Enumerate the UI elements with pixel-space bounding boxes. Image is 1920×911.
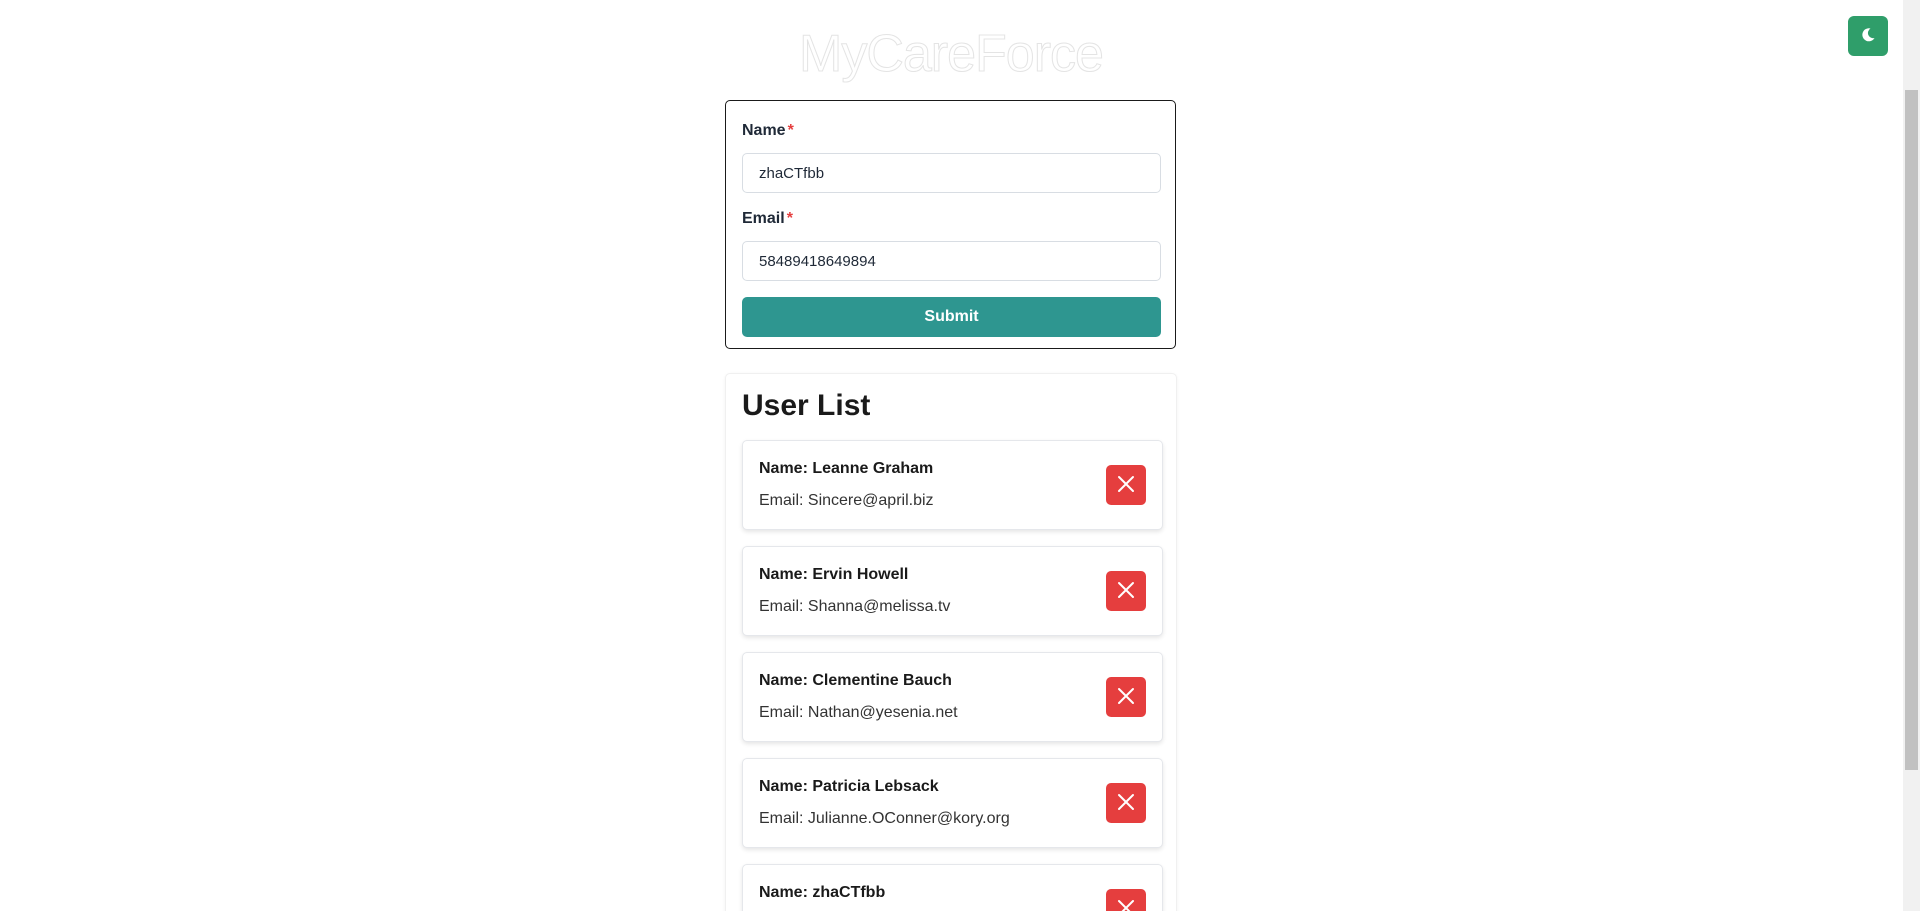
user-list-panel: User List Name: Leanne Graham Email: Sin… bbox=[725, 373, 1177, 911]
close-icon bbox=[1116, 580, 1136, 603]
moon-icon bbox=[1860, 27, 1876, 46]
submit-button[interactable]: Submit bbox=[742, 297, 1161, 337]
close-icon bbox=[1116, 792, 1136, 815]
user-email: Email: Shanna@melissa.tv bbox=[759, 598, 951, 615]
name-input[interactable] bbox=[742, 153, 1161, 193]
user-name: Name: Ervin Howell bbox=[759, 566, 909, 583]
user-name: Name: Leanne Graham bbox=[759, 460, 934, 477]
theme-toggle-button[interactable] bbox=[1848, 16, 1888, 56]
user-email: Email: Sincere@april.biz bbox=[759, 492, 934, 509]
close-icon bbox=[1116, 898, 1136, 911]
name-label-text: Name bbox=[742, 122, 786, 139]
close-icon bbox=[1116, 686, 1136, 709]
required-marker: * bbox=[787, 122, 794, 139]
delete-user-button[interactable] bbox=[1106, 889, 1146, 911]
user-list-item: Name: Ervin Howell Email: Shanna@melissa… bbox=[742, 546, 1163, 636]
name-label: Name * bbox=[742, 121, 1159, 141]
scrollbar-thumb[interactable] bbox=[1905, 90, 1918, 770]
user-name: Name: Clementine Bauch bbox=[759, 672, 952, 689]
user-form: Name* Email* Submit bbox=[725, 100, 1176, 349]
user-list-heading: User List bbox=[742, 389, 871, 422]
required-marker: * bbox=[786, 210, 793, 227]
user-email: Email: Nathan@yesenia.net bbox=[759, 704, 958, 721]
user-email: Email: Julianne.OConner@kory.org bbox=[759, 810, 1010, 827]
delete-user-button[interactable] bbox=[1106, 677, 1146, 717]
user-name: Name: Patricia Lebsack bbox=[759, 778, 939, 795]
delete-user-button[interactable] bbox=[1106, 783, 1146, 823]
page: MyCareForce Name* Email* Submit User Lis… bbox=[0, 0, 1920, 911]
delete-user-button[interactable] bbox=[1106, 571, 1146, 611]
user-list-item: Name: Clementine Bauch Email: Nathan@yes… bbox=[742, 652, 1163, 742]
user-name: Name: zhaCTfbb bbox=[759, 884, 886, 901]
user-list-item: Name: Leanne Graham Email: Sincere@april… bbox=[742, 440, 1163, 530]
user-list: Name: Leanne Graham Email: Sincere@april… bbox=[742, 440, 1163, 911]
email-label: Email * bbox=[742, 209, 1159, 229]
delete-user-button[interactable] bbox=[1106, 465, 1146, 505]
email-input[interactable] bbox=[742, 241, 1161, 281]
user-list-item: Name: zhaCTfbb bbox=[742, 864, 1163, 911]
app-title: MyCareForce bbox=[799, 25, 1105, 84]
close-icon bbox=[1116, 474, 1136, 497]
user-list-item: Name: Patricia Lebsack Email: Julianne.O… bbox=[742, 758, 1163, 848]
scrollbar-track[interactable] bbox=[1903, 0, 1920, 911]
email-label-text: Email bbox=[742, 210, 785, 227]
